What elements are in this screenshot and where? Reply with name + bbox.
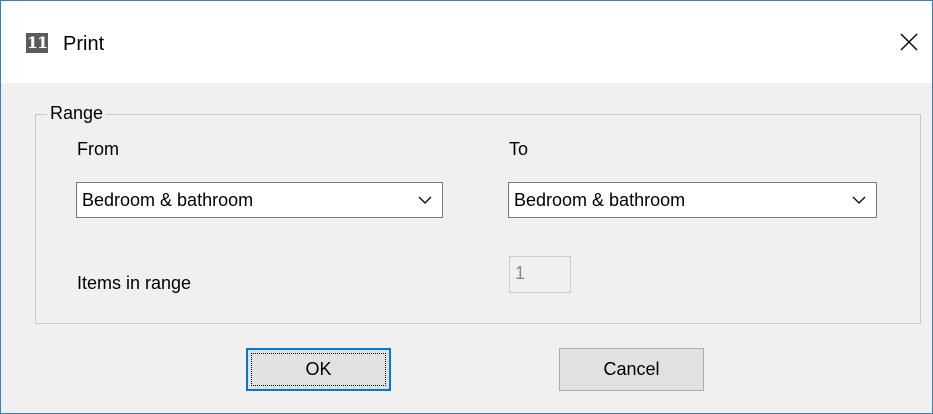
focus-ring (251, 353, 386, 386)
range-group-label: Range (47, 102, 107, 124)
items-in-range-label: Items in range (77, 273, 192, 293)
dialog-title: Print (63, 33, 105, 55)
ok-button[interactable]: OK (246, 348, 391, 391)
close-icon (900, 33, 918, 51)
print-dialog: 11 Print Range From To Bedroom & bathroo… (0, 0, 933, 414)
chevron-down-icon (418, 196, 432, 204)
cancel-button[interactable]: Cancel (559, 348, 704, 391)
items-in-range-field: 1 (509, 256, 571, 293)
chevron-down-icon (852, 196, 866, 204)
items-in-range-value: 1 (515, 263, 526, 283)
from-label: From (77, 139, 119, 159)
to-dropdown-value: Bedroom & bathroom (514, 190, 686, 210)
cancel-button-label: Cancel (603, 359, 660, 379)
title-bar: 11 Print (1, 1, 932, 83)
close-button[interactable] (886, 19, 932, 65)
from-dropdown-value: Bedroom & bathroom (82, 190, 254, 210)
from-dropdown[interactable]: Bedroom & bathroom (76, 182, 443, 218)
to-dropdown[interactable]: Bedroom & bathroom (508, 182, 877, 218)
to-label: To (509, 139, 529, 159)
app-icon: 11 (26, 33, 48, 53)
